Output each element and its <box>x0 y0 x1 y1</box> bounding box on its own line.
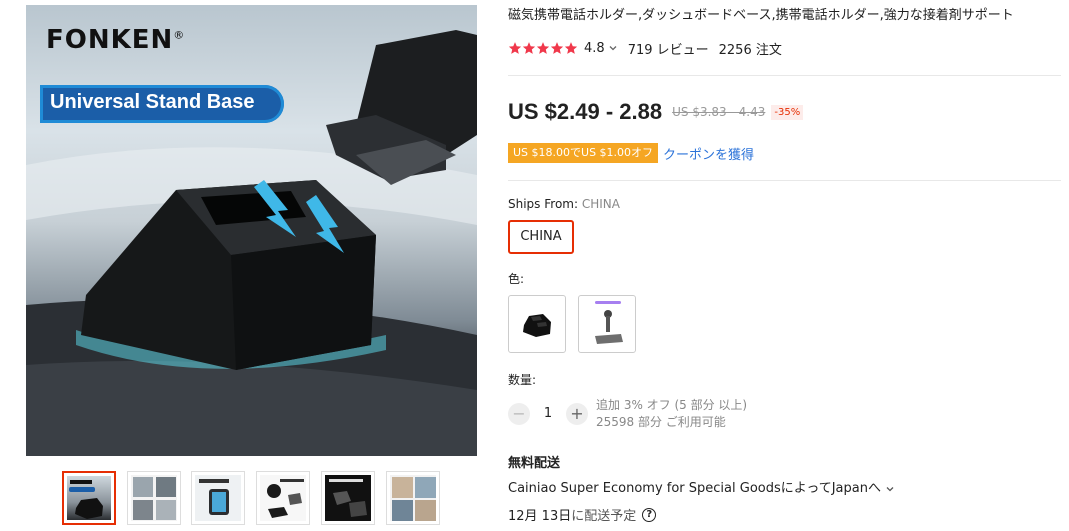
thumbnail-2[interactable] <box>127 471 181 525</box>
thumbnail-1[interactable] <box>62 471 116 525</box>
price-row: US $2.49 - 2.88 US $3.83 - 4.43 -35% <box>508 97 804 127</box>
original-price: US $3.83 - 4.43 <box>672 105 766 119</box>
review-count[interactable]: 719 レビュー <box>628 39 709 58</box>
thumbnail-chassis-icon <box>199 479 229 515</box>
discount-badge: -35% <box>771 104 804 120</box>
order-count: 2256 注文 <box>718 42 782 58</box>
product-photo <box>26 30 477 456</box>
shipping-carrier[interactable]: Cainiao Super Economy for Special Goodsに… <box>508 477 895 496</box>
thumbnail-install-icon <box>267 479 304 518</box>
thumbnail-clamp-icon <box>329 479 367 517</box>
color-label: 色: <box>508 272 525 286</box>
star-icon <box>550 42 564 54</box>
divider <box>508 75 1061 76</box>
rating-row: 4.8 719 レビュー 2256 注文 <box>508 39 782 58</box>
delivery-estimate: 12月 13日 に配送予定 ? <box>508 505 657 524</box>
color-option-stand-base[interactable] <box>508 295 566 353</box>
help-icon[interactable]: ? <box>642 507 657 522</box>
thumbnail-6[interactable] <box>386 471 440 525</box>
ship-from-option-china[interactable]: CHINA <box>508 220 574 254</box>
star-icon <box>522 42 536 54</box>
star-icon <box>536 42 550 54</box>
quantity-value[interactable]: 1 <box>530 406 566 421</box>
thumbnail-4[interactable] <box>256 471 310 525</box>
thumbnail-3[interactable] <box>191 471 245 525</box>
thumbnail-stand-icon <box>69 480 103 519</box>
chevron-down-icon[interactable] <box>608 43 618 53</box>
decrease-quantity-button[interactable]: − <box>508 403 530 425</box>
rating-stars <box>508 41 578 55</box>
divider <box>508 180 1061 181</box>
color-swatch-stand <box>523 314 551 337</box>
chevron-down-icon <box>886 486 894 491</box>
coupon-row: US $18.00でUS $1.00オフ クーポンを獲得 <box>508 143 754 163</box>
quantity-label: 数量: <box>508 373 537 387</box>
quantity-note: 追加 3% オフ (5 部分 以上) 25598 部分 ご利用可能 <box>596 398 748 429</box>
rating-value: 4.8 <box>584 40 605 56</box>
shipping-title: 無料配送 <box>508 456 561 471</box>
coupon-badge[interactable]: US $18.00でUS $1.00オフ <box>508 143 659 163</box>
star-icon <box>508 42 522 54</box>
ships-from-label: Ships From: CHINA <box>508 197 620 211</box>
main-product-image[interactable]: FONKEN® Universal Stand Base <box>26 5 477 456</box>
product-title: 磁気携帯電話ホルダー,ダッシュボードベース,携帯電話ホルダー,強力な接着剤サポー… <box>508 8 1014 23</box>
thumbnail-lifestyle-icon <box>392 477 436 521</box>
thumbnail-car-icon <box>133 477 176 520</box>
color-swatch-mount <box>595 301 623 344</box>
color-option-adhesive-mount[interactable] <box>578 295 636 353</box>
brand-logo: FONKEN® <box>46 25 186 55</box>
star-icon <box>564 42 578 54</box>
image-banner: Universal Stand Base <box>40 85 284 123</box>
increase-quantity-button[interactable]: + <box>566 403 588 425</box>
current-price: US $2.49 - 2.88 <box>508 99 663 124</box>
thumbnail-5[interactable] <box>321 471 375 525</box>
get-coupon-link[interactable]: クーポンを獲得 <box>663 144 754 163</box>
